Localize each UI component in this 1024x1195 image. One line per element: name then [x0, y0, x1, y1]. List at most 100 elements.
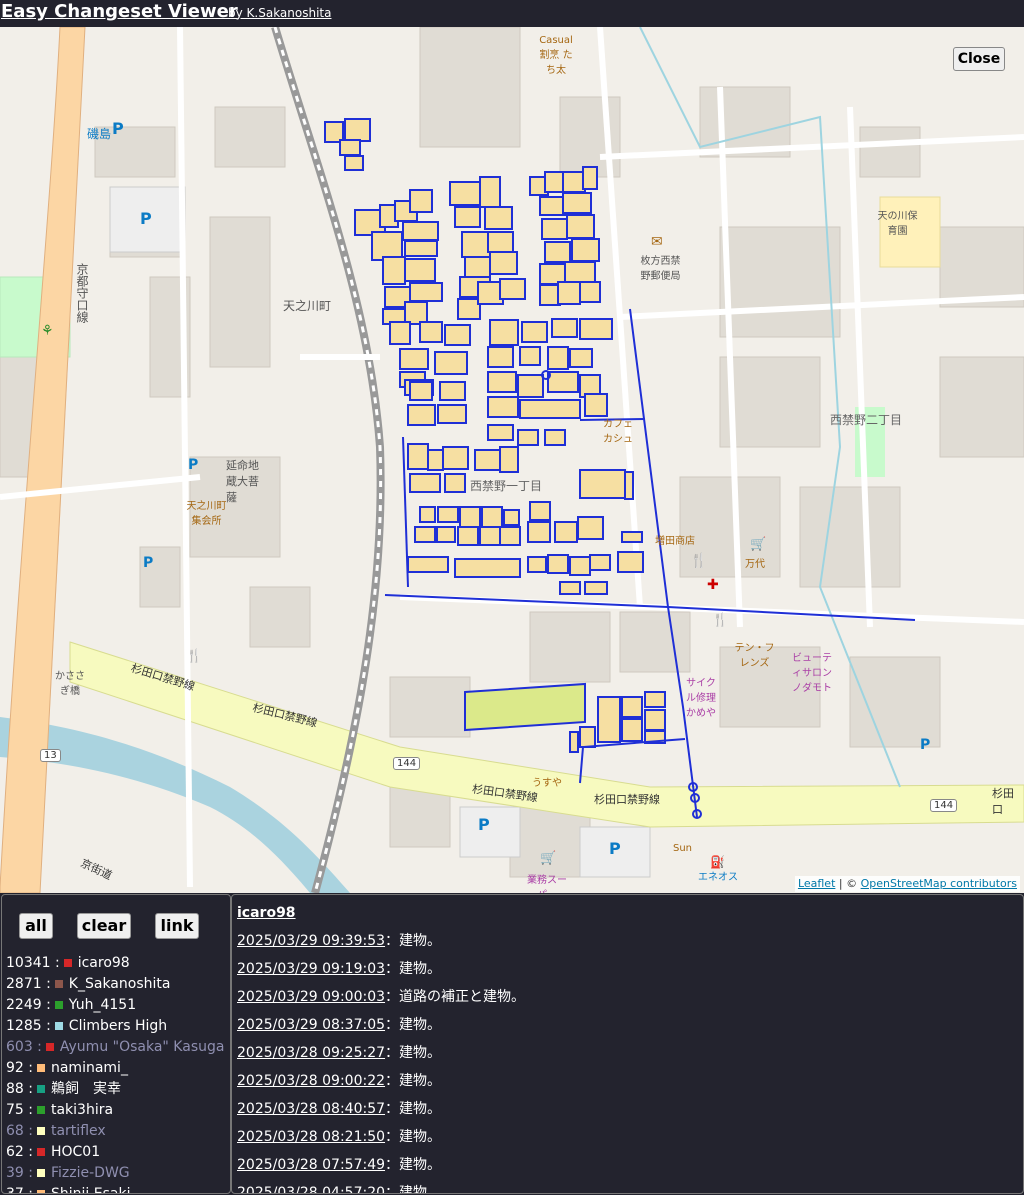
link-button[interactable]: link [155, 913, 199, 939]
header-bar: Easy Changeset Viewer by K.Sakanoshita [0, 0, 1024, 27]
map-label-amanogawa-cho: 天之川町 [283, 299, 332, 313]
user-count: 75 : [6, 1102, 33, 1118]
map-label-kasasagi-bridge: かささぎ橋 [55, 671, 85, 697]
changeset-comment: ：建物。 [385, 1073, 442, 1089]
changeset-time-link[interactable]: 2025/03/29 09:00:03 [237, 989, 385, 1005]
author-link[interactable]: by K.Sakanoshita [228, 6, 331, 20]
user-name: icaro98 [77, 955, 130, 971]
route-shield-144-right: 144 [930, 799, 958, 812]
route-shield-13: 13 [40, 749, 61, 762]
map-view[interactable]: 磯島 京都守口線 天之川町 Casual 割烹 たち太 枚方西禁野郵便局 天の川… [0, 27, 1024, 893]
clear-button[interactable]: clear [77, 913, 131, 939]
user-name: naminami_ [50, 1060, 128, 1076]
user-row[interactable]: 62 : HOC01 [6, 1142, 230, 1163]
map-label-usuya: うすや [532, 778, 562, 789]
changeset-time-link[interactable]: 2025/03/29 08:37:05 [237, 1017, 385, 1033]
map-label-kishima: 磯島 [87, 127, 112, 141]
app-title-link[interactable]: Easy Changeset Viewer [1, 1, 238, 22]
close-button[interactable]: Close [953, 47, 1005, 71]
user-row[interactable]: 68 : tartiflex [6, 1121, 230, 1142]
map-attribution: Leaflet | © OpenStreetMap contributors [794, 876, 1020, 892]
map-label-beauty-salon: ビューティサロン ノダモト [792, 653, 832, 694]
changeset-time-link[interactable]: 2025/03/28 09:25:27 [237, 1045, 385, 1061]
parking-icon: P [920, 737, 931, 753]
parking-icon: P [609, 839, 621, 858]
map-label-nishikinya-2: 西禁野二丁目 [830, 413, 903, 427]
changeset-comment: ：道路の補正と建物。 [385, 989, 526, 1005]
leaflet-link[interactable]: Leaflet [798, 877, 835, 890]
user-count: 2871 : [6, 976, 51, 992]
changeset-time-link[interactable]: 2025/03/28 07:57:49 [237, 1157, 385, 1173]
map-label-kyoto-moriguchi-line: 京都守口線 [75, 263, 89, 323]
user-list: 10341 : icaro98 2871 : K_Sakanoshita 2249 : Y… [6, 953, 230, 1194]
user-name: Climbers High [68, 1018, 168, 1034]
map-label-eneos: エネオス [698, 872, 738, 883]
changeset-user-link[interactable]: icaro98 [237, 905, 296, 921]
user-row[interactable]: 39 : Fizzie-DWG [6, 1163, 230, 1184]
user-row[interactable]: 92 : naminami_ [6, 1058, 230, 1079]
user-row[interactable]: 603 : Ayumu "Osaka" Kasuga [6, 1037, 230, 1058]
changeset-comment: ：建物。 [385, 933, 442, 949]
restaurant-icon: 🍴 [712, 613, 729, 628]
map-label-cafe: カフェ カシュ [603, 419, 633, 445]
user-name: K_Sakanoshita [68, 976, 171, 992]
user-row[interactable]: 1285 : Climbers High [6, 1016, 230, 1037]
map-label-gyomu-super: 業務スーパー [527, 875, 567, 893]
user-row[interactable]: 75 : taki3hira [6, 1100, 230, 1121]
map-label-mansho: 万代 [745, 559, 765, 570]
map-canvas[interactable] [0, 27, 1024, 893]
user-color-swatch [36, 1148, 45, 1156]
user-row[interactable]: 10341 : icaro98 [6, 953, 230, 974]
map-label-masuda-shoten: 増田商店 [655, 536, 695, 547]
user-color-swatch [36, 1106, 45, 1114]
shopping-cart-icon: 🛒 [540, 851, 557, 866]
osm-link[interactable]: OpenStreetMap contributors [861, 877, 1017, 890]
user-row[interactable]: 37 : Shinji Esaki [6, 1184, 230, 1194]
changeset-row: 2025/03/29 08:37:05：建物。 [237, 1015, 525, 1043]
changeset-row: 2025/03/28 07:57:49：建物。 [237, 1155, 525, 1183]
user-color-swatch [63, 959, 72, 967]
parking-icon: P [188, 457, 199, 473]
changeset-comment: ：建物。 [385, 1185, 442, 1194]
user-row[interactable]: 88 : 鵜飼 実幸 [6, 1079, 230, 1100]
changeset-row: 2025/03/28 04:57:20：建物。 [237, 1183, 525, 1194]
post-office-icon: ✉ [651, 234, 663, 250]
changeset-time-link[interactable]: 2025/03/28 04:57:20 [237, 1185, 385, 1193]
restaurant-icon: 🍴 [690, 553, 708, 569]
user-color-swatch [54, 980, 63, 988]
route-shield-144: 144 [393, 757, 421, 770]
parking-icon: P [112, 119, 124, 138]
changeset-time-link[interactable]: 2025/03/29 09:39:53 [237, 933, 385, 949]
changeset-row: 2025/03/29 09:39:53：建物。 [237, 931, 525, 959]
changeset-list: 2025/03/29 09:39:53：建物。 2025/03/29 09:19:… [237, 931, 525, 1194]
all-button[interactable]: all [19, 913, 53, 939]
user-count: 1285 : [6, 1018, 51, 1034]
user-color-swatch [54, 1001, 63, 1009]
user-color-swatch [45, 1043, 54, 1051]
user-row[interactable]: 2249 : Yuh_4151 [6, 995, 230, 1016]
user-count: 10341 : [6, 955, 60, 971]
user-count: 92 : [6, 1060, 33, 1076]
parking-icon: P [140, 209, 152, 228]
user-color-swatch [36, 1127, 45, 1135]
changeset-time-link[interactable]: 2025/03/29 09:19:03 [237, 961, 385, 977]
fuel-icon: ⛽ [710, 855, 725, 869]
changeset-time-link[interactable]: 2025/03/28 08:40:57 [237, 1101, 385, 1117]
user-name: Shinji Esaki [50, 1186, 131, 1194]
changeset-row: 2025/03/28 08:21:50：建物。 [237, 1127, 525, 1155]
map-label-casual: Casual 割烹 たち太 [539, 35, 573, 76]
user-color-swatch [36, 1169, 45, 1177]
changeset-row: 2025/03/29 09:00:03：道路の補正と建物。 [237, 987, 525, 1015]
changeset-time-link[interactable]: 2025/03/28 09:00:22 [237, 1073, 385, 1089]
changeset-time-link[interactable]: 2025/03/28 08:21:50 [237, 1129, 385, 1145]
changeset-row: 2025/03/28 09:00:22：建物。 [237, 1071, 525, 1099]
user-count: 88 : [6, 1081, 33, 1097]
user-color-swatch [36, 1064, 45, 1072]
changeset-comment: ：建物。 [385, 1101, 442, 1117]
user-count: 68 : [6, 1123, 33, 1139]
changeset-comment: ：建物。 [385, 1157, 442, 1173]
user-name: HOC01 [50, 1144, 101, 1160]
user-row[interactable]: 2871 : K_Sakanoshita [6, 974, 230, 995]
pharmacy-icon: ✚ [707, 577, 719, 593]
map-label-nursery: 天の川保育園 [877, 211, 918, 237]
